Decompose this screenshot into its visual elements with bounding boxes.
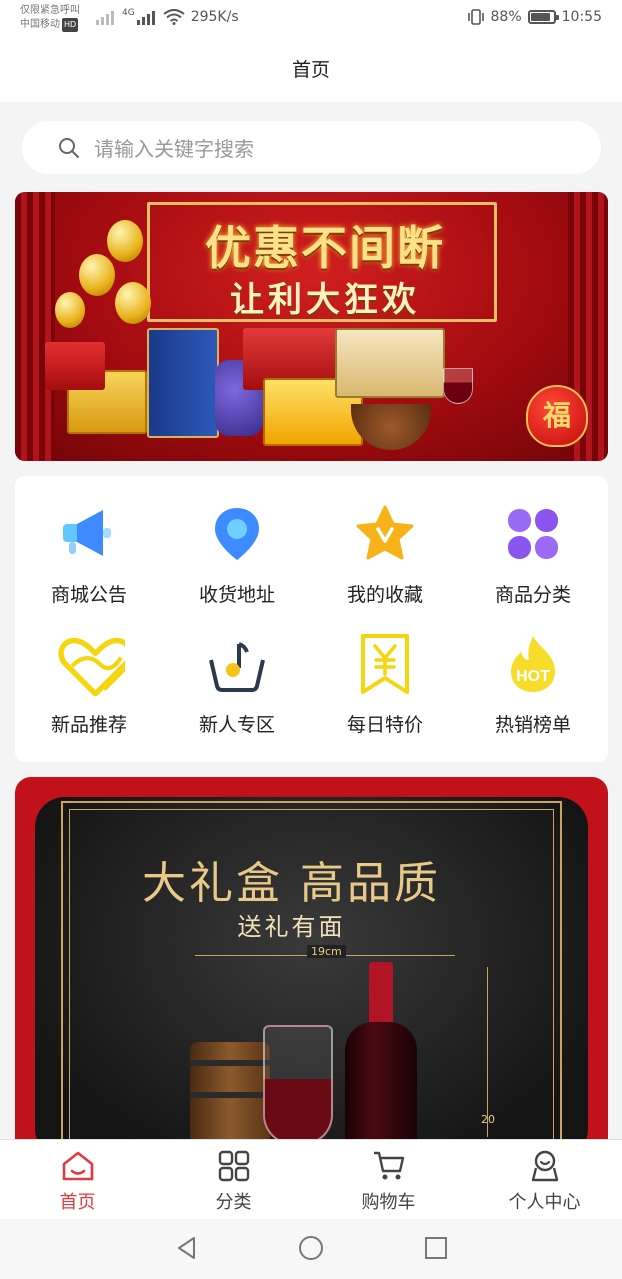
signal-icon xyxy=(96,11,114,25)
carrier-info: 仅限紧急呼叫 中国移动 HD xyxy=(20,4,80,32)
menu-item-new-products[interactable]: 新品推荐 xyxy=(15,606,163,736)
back-icon[interactable] xyxy=(174,1235,200,1261)
search-placeholder: 请输入关键字搜索 xyxy=(94,137,254,161)
menu-item-bestsellers[interactable]: HOT 热销榜单 xyxy=(459,606,607,736)
balloon xyxy=(79,254,115,296)
wifi-icon xyxy=(163,9,185,25)
user-icon xyxy=(531,1150,559,1182)
music-basket-icon xyxy=(209,642,265,692)
menu-label: 商品分类 xyxy=(494,584,571,606)
menu-label: 新人专区 xyxy=(198,714,275,736)
system-indicators: 88% 10:55 xyxy=(467,9,602,25)
curtain-left xyxy=(15,192,55,461)
grid-icon xyxy=(218,1150,250,1182)
carrier-line1: 仅限紧急呼叫 xyxy=(20,5,80,16)
page-title-bar: 首页 xyxy=(0,38,622,102)
menu-label: 我的收藏 xyxy=(346,584,423,606)
banner-subtitle: 让利大狂欢 xyxy=(230,280,420,320)
search-icon xyxy=(59,137,79,158)
yen-ribbon-icon xyxy=(361,634,409,694)
tab-profile[interactable]: 个人中心 xyxy=(467,1140,622,1220)
star-icon xyxy=(356,505,414,560)
megaphone-icon xyxy=(63,510,111,556)
menu-label: 商城公告 xyxy=(50,584,127,606)
tab-label: 首页 xyxy=(59,1192,96,1213)
wine-bottle xyxy=(345,962,417,1139)
new-product-heart-icon xyxy=(58,637,125,696)
promo-subtitle: 送礼有面 xyxy=(237,913,346,941)
banner-title: 优惠不间断 xyxy=(205,221,445,275)
promo-dimension-label: 19cm xyxy=(307,945,346,958)
home-icon xyxy=(62,1151,94,1181)
tab-category[interactable]: 分类 xyxy=(156,1140,311,1220)
promo-card[interactable]: 大礼盒 高品质 送礼有面 19cm 20 xyxy=(15,777,608,1139)
menu-label: 新品推荐 xyxy=(50,714,127,736)
clock: 10:55 xyxy=(561,9,602,25)
page-title: 首页 xyxy=(291,59,330,81)
tab-home[interactable]: 首页 xyxy=(0,1140,155,1220)
battery-fill xyxy=(530,13,550,21)
recents-icon[interactable] xyxy=(423,1235,449,1261)
promo-height-label: 20 xyxy=(481,1113,495,1126)
tab-label: 个人中心 xyxy=(508,1192,581,1213)
menu-item-favorites[interactable]: 我的收藏 xyxy=(311,476,459,606)
tab-label: 购物车 xyxy=(361,1192,416,1213)
gift-box xyxy=(45,342,105,390)
menu-item-categories[interactable]: 商品分类 xyxy=(459,476,607,606)
promo-banner[interactable]: 优惠不间断 让利大狂欢 福 xyxy=(15,192,608,461)
bottom-tab-bar: 首页 分类 购物车 个人中心 xyxy=(0,1139,622,1219)
nuts-bowl xyxy=(351,404,431,450)
cart-icon xyxy=(374,1151,405,1180)
signal-strength-icon xyxy=(136,11,155,25)
tab-label: 分类 xyxy=(215,1192,252,1213)
balloon xyxy=(107,220,143,262)
fu-bag: 福 xyxy=(526,385,588,447)
battery-icon xyxy=(527,10,559,24)
menu-item-newcomer[interactable]: 新人专区 xyxy=(163,606,311,736)
menu-item-daily-deals[interactable]: 每日特价 xyxy=(311,606,459,736)
menu-label: 热销榜单 xyxy=(494,714,571,736)
tab-cart[interactable]: 购物车 xyxy=(311,1140,466,1220)
location-pin-icon xyxy=(215,508,259,560)
search-bar[interactable]: 请输入关键字搜索 xyxy=(22,121,601,174)
balloon xyxy=(55,292,85,328)
menu-label: 收货地址 xyxy=(198,584,275,606)
product-box-gold xyxy=(335,328,445,398)
wine-barrel xyxy=(190,1042,270,1139)
menu-label: 每日特价 xyxy=(346,714,423,736)
balloon xyxy=(115,282,151,324)
wine-glass xyxy=(263,1025,333,1139)
menu-item-address[interactable]: 收货地址 xyxy=(163,476,311,606)
status-bar: 仅限紧急呼叫 中国移动 HD 4G 295K/s 88% 10:55 xyxy=(0,0,622,38)
product-box-blue xyxy=(147,328,219,438)
network-type: 4G xyxy=(122,8,135,18)
hot-flame-icon: HOT xyxy=(511,636,555,692)
net-speed: 295K/s xyxy=(190,9,239,25)
carrier-line2: 中国移动 xyxy=(20,19,60,30)
wine-glass xyxy=(443,368,473,404)
svg-text:HOT: HOT xyxy=(516,668,550,685)
home-circle-icon[interactable] xyxy=(298,1235,324,1261)
promo-height-line xyxy=(487,967,488,1137)
battery-percent: 88% xyxy=(490,9,522,25)
hd-badge: HD xyxy=(62,18,79,32)
vibrate-icon xyxy=(467,9,484,25)
network-indicators: 4G 295K/s xyxy=(96,8,239,25)
system-nav-bar xyxy=(0,1219,622,1279)
promo-title: 大礼盒 高品质 xyxy=(142,858,441,909)
category-grid-icon xyxy=(508,509,558,559)
menu-item-announcement[interactable]: 商城公告 xyxy=(15,476,163,606)
quick-menu: 商城公告 收货地址 我的收藏 商品分类 新品推荐 新人专区 每日特价 HOT 热… xyxy=(15,476,608,762)
